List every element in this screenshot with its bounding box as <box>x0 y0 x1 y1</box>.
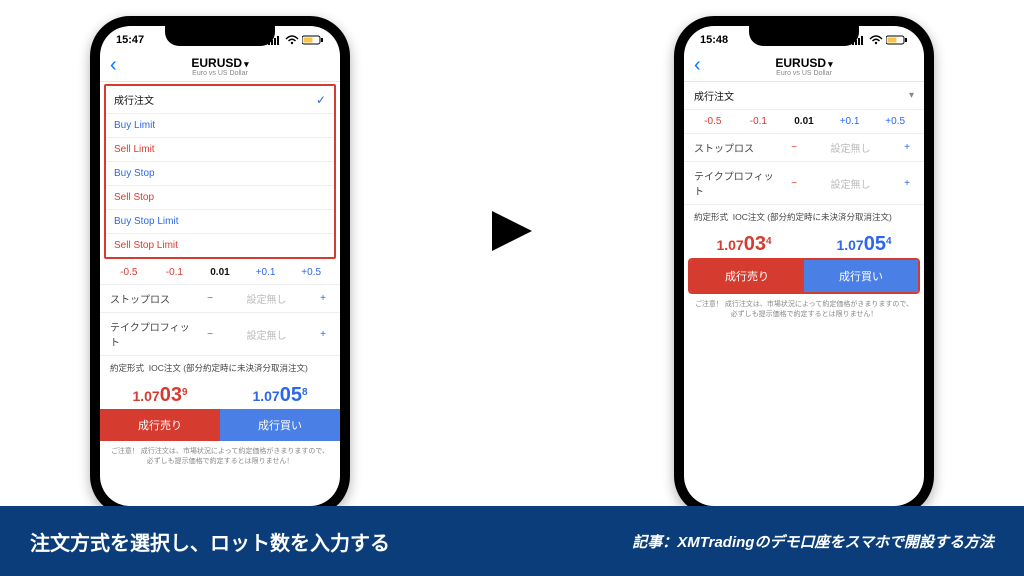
lot-plus-01[interactable]: +0.1 <box>243 267 289 278</box>
order-type-list: 成行注文 ✓ Buy Limit Sell Limit Buy Stop Sell Sto… <box>104 84 336 259</box>
order-type-label: Sell Stop Limit <box>114 240 178 251</box>
price-row: 1.07039 1.07058 <box>100 380 340 409</box>
sell-price: 1.07039 <box>100 384 220 407</box>
order-type-item[interactable]: Sell Stop <box>106 186 334 210</box>
lot-plus-01[interactable]: +0.1 <box>827 116 873 127</box>
chevron-down-icon[interactable]: ▾ <box>244 59 249 69</box>
order-type-item[interactable]: Buy Limit <box>106 114 334 138</box>
lot-minus-01[interactable]: -0.1 <box>736 116 782 127</box>
status-time: 15:48 <box>700 34 728 46</box>
header: ‹ EURUSD▾ Euro vs US Dollar <box>684 54 924 82</box>
arrow-right-icon <box>482 201 542 266</box>
lot-plus-05[interactable]: +0.5 <box>288 267 334 278</box>
tp-label: テイクプロフィット <box>694 168 781 198</box>
sl-label: ストップロス <box>110 291 197 306</box>
warning-text: ご注意！ 成行注文は、市場状況によって約定価格がきまりますので、必ずしも提示価格… <box>100 441 340 473</box>
minus-icon[interactable]: − <box>787 142 801 153</box>
execution-type: 約定形式 IOC注文 (部分約定時に未決済分取消注文) <box>100 356 340 380</box>
sell-button[interactable]: 成行売り <box>690 260 804 292</box>
battery-icon <box>886 35 908 45</box>
status-time: 15:47 <box>116 34 144 46</box>
buy-price: 1.07058 <box>220 384 340 407</box>
order-type-label: Buy Limit <box>114 120 155 131</box>
notch <box>749 26 859 46</box>
lot-stepper[interactable]: -0.5 -0.1 0.01 +0.1 +0.5 <box>100 261 340 285</box>
take-profit-row[interactable]: テイクプロフィット − 設定無し + <box>684 162 924 205</box>
stop-loss-row[interactable]: ストップロス − 設定無し + <box>684 134 924 162</box>
symbol-desc: Euro vs US Dollar <box>100 70 340 77</box>
symbol[interactable]: EURUSD <box>191 56 242 70</box>
symbol-desc: Euro vs US Dollar <box>684 70 924 77</box>
phone-left: 15:47 ‹ EURUSD▾ Euro vs US Dollar 成行注文 ✓ B… <box>90 16 350 516</box>
buy-button[interactable]: 成行買い <box>220 409 340 441</box>
buy-price: 1.07054 <box>804 233 924 256</box>
tp-label: テイクプロフィット <box>110 319 197 349</box>
selected-order-type: 成行注文 <box>694 88 734 103</box>
order-type-label: Sell Stop <box>114 192 154 203</box>
sl-placeholder[interactable]: 設定無し <box>223 291 310 306</box>
execution-type: 約定形式 IOC注文 (部分約定時に未決済分取消注文) <box>684 205 924 229</box>
order-type-label: Buy Stop Limit <box>114 216 178 227</box>
lot-minus-05[interactable]: -0.5 <box>690 116 736 127</box>
buy-button[interactable]: 成行買い <box>804 260 918 292</box>
back-icon[interactable]: ‹ <box>110 54 117 77</box>
plus-icon[interactable]: + <box>316 293 330 304</box>
order-buttons: 成行売り 成行買い <box>688 258 920 294</box>
sl-placeholder[interactable]: 設定無し <box>807 140 894 155</box>
minus-icon[interactable]: − <box>787 178 801 189</box>
check-icon: ✓ <box>316 93 326 107</box>
header: ‹ EURUSD▾ Euro vs US Dollar <box>100 54 340 82</box>
order-type-item[interactable]: Buy Stop Limit <box>106 210 334 234</box>
minus-icon[interactable]: − <box>203 329 217 340</box>
stop-loss-row[interactable]: ストップロス − 設定無し + <box>100 285 340 313</box>
tp-placeholder[interactable]: 設定無し <box>807 176 894 191</box>
battery-icon <box>302 35 324 45</box>
order-type-label: 成行注文 <box>114 92 154 107</box>
plus-icon[interactable]: + <box>316 329 330 340</box>
phone-right: 15:48 ‹ EURUSD▾ Euro vs US Dollar 成行注文 ▾ <box>674 16 934 516</box>
lot-minus-05[interactable]: -0.5 <box>106 267 152 278</box>
order-buttons: 成行売り 成行買い <box>100 409 340 441</box>
price-row: 1.07034 1.07054 <box>684 229 924 258</box>
take-profit-row[interactable]: テイクプロフィット − 設定無し + <box>100 313 340 356</box>
lot-plus-05[interactable]: +0.5 <box>872 116 918 127</box>
wifi-icon <box>285 35 299 45</box>
order-type-label: Buy Stop <box>114 168 155 179</box>
lot-minus-01[interactable]: -0.1 <box>152 267 198 278</box>
sell-price: 1.07034 <box>684 233 804 256</box>
sell-button[interactable]: 成行売り <box>100 409 220 441</box>
plus-icon[interactable]: + <box>900 142 914 153</box>
lot-stepper[interactable]: -0.5 -0.1 0.01 +0.1 +0.5 <box>684 110 924 134</box>
lot-value[interactable]: 0.01 <box>197 267 243 278</box>
tp-placeholder[interactable]: 設定無し <box>223 327 310 342</box>
minus-icon[interactable]: − <box>203 293 217 304</box>
caption-right: 記事：XMTradingのデモ口座をスマホで開設する方法 <box>632 531 994 552</box>
order-type-selector[interactable]: 成行注文 ▾ <box>684 82 924 110</box>
order-type-label: Sell Limit <box>114 144 155 155</box>
order-type-item[interactable]: Sell Limit <box>106 138 334 162</box>
plus-icon[interactable]: + <box>900 178 914 189</box>
order-type-item[interactable]: Sell Stop Limit <box>106 234 334 257</box>
order-type-item[interactable]: 成行注文 ✓ <box>106 86 334 114</box>
symbol[interactable]: EURUSD <box>775 56 826 70</box>
caption-bar: 注文方式を選択し、ロット数を入力する 記事：XMTradingのデモ口座をスマホ… <box>0 506 1024 576</box>
sl-label: ストップロス <box>694 140 781 155</box>
chevron-down-icon[interactable]: ▾ <box>828 59 833 69</box>
notch <box>165 26 275 46</box>
warning-text: ご注意！ 成行注文は、市場状況によって約定価格がきまりますので、必ずしも提示価格… <box>684 294 924 326</box>
caption-left: 注文方式を選択し、ロット数を入力する <box>30 527 390 556</box>
lot-value[interactable]: 0.01 <box>781 116 827 127</box>
chevron-down-icon: ▾ <box>909 90 914 101</box>
wifi-icon <box>869 35 883 45</box>
order-type-item[interactable]: Buy Stop <box>106 162 334 186</box>
back-icon[interactable]: ‹ <box>694 54 701 77</box>
